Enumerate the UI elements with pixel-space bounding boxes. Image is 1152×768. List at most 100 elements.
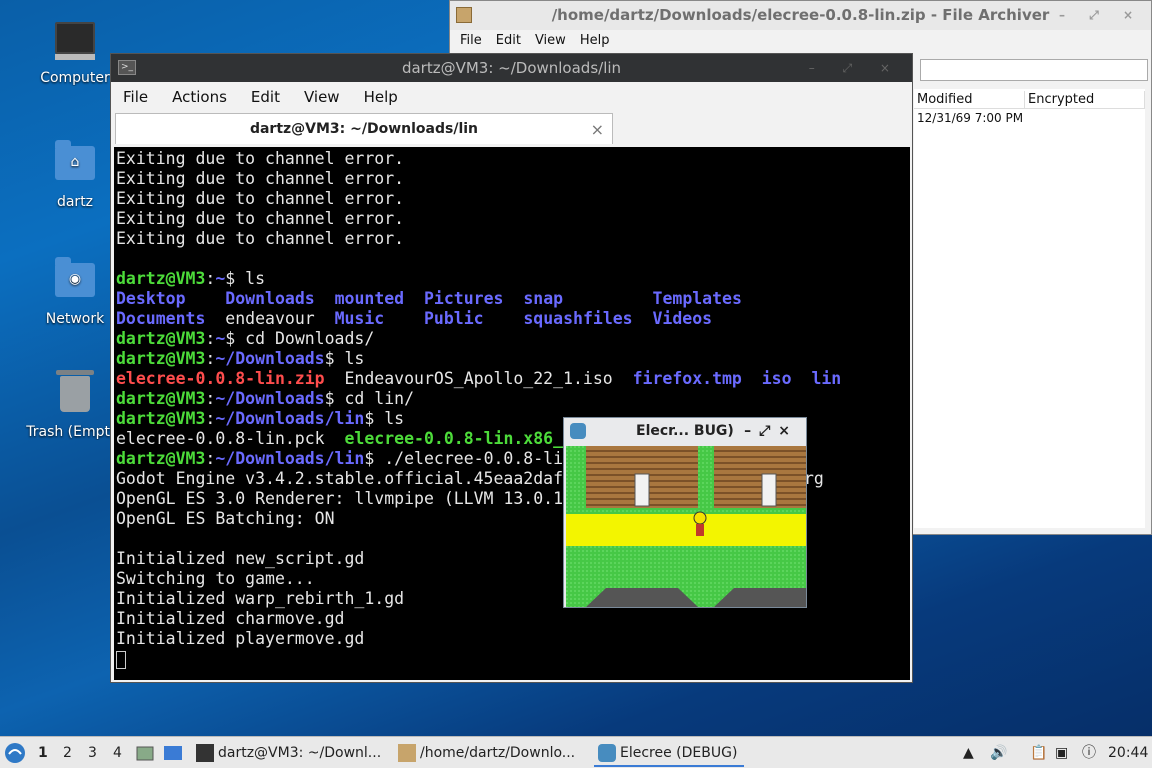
prompt-path: ~/Downloads: [215, 349, 325, 368]
ls-entry: mounted: [334, 289, 405, 308]
minimize-button[interactable]: –: [744, 423, 759, 439]
cell-modified: 12/31/69 7:00 PM: [917, 111, 1024, 125]
terminal-menu-view[interactable]: View: [304, 82, 340, 112]
home-folder-icon: ⌂: [53, 140, 97, 190]
command: $ ls: [324, 349, 365, 368]
close-tab-icon[interactable]: ×: [591, 114, 604, 145]
game-scene: [566, 446, 806, 607]
terminal-line: Exiting due to channel error.: [116, 209, 405, 228]
ls-entry: lin: [811, 369, 842, 388]
yellow-path: [566, 514, 806, 546]
terminal-line: Desktop Downloads mounted Pictures snap …: [116, 289, 910, 309]
ls-entry: Desktop: [116, 289, 186, 308]
terminal-menu-file[interactable]: File: [123, 82, 148, 112]
prompt-user: dartz@VM3: [116, 449, 206, 468]
ls-entry: Templates: [652, 289, 742, 308]
clipboard-icon[interactable]: 📋: [1030, 737, 1047, 768]
terminal-line: Exiting due to channel error.: [116, 229, 405, 248]
tray-up-arrow-icon[interactable]: ▲: [963, 737, 974, 768]
godot-icon: [570, 423, 586, 439]
window-controls: –⤢×: [744, 418, 798, 444]
archiver-location-input[interactable]: [920, 59, 1148, 81]
workspace-2[interactable]: 2: [63, 737, 72, 768]
building-right: [714, 446, 806, 508]
task-label: dartz@VM3: ~/Downl...: [218, 745, 382, 761]
archiver-titlebar[interactable]: /home/dartz/Downloads/elecree-0.0.8-lin.…: [450, 1, 1151, 30]
player-body: [696, 524, 704, 536]
task-terminal[interactable]: dartz@VM3: ~/Downl...: [192, 739, 390, 767]
volume-icon[interactable]: 🔊: [990, 737, 1007, 768]
terminal-title: dartz@VM3: ~/Downloads/lin: [401, 59, 622, 77]
maximize-button[interactable]: ⤢: [759, 423, 778, 439]
notification-icon[interactable]: ⓘ: [1082, 737, 1096, 768]
ls-entry: Public: [423, 309, 484, 328]
window-controls[interactable]: – ⤢ ×: [1059, 1, 1143, 30]
game-title: Elecr... BUG): [636, 423, 734, 439]
prompt-path: ~/Downloads: [215, 389, 325, 408]
command: $ ./elecree-0.0.8-li: [364, 449, 564, 468]
workspace-4[interactable]: 4: [113, 737, 122, 768]
archive-icon: [456, 7, 472, 23]
close-button[interactable]: ×: [778, 423, 798, 439]
terminal-tab[interactable]: dartz@VM3: ~/Downloads/lin ×: [115, 113, 613, 144]
clock[interactable]: 20:44: [1108, 737, 1148, 768]
ls-entry: iso: [761, 369, 792, 388]
task-elecree[interactable]: Elecree (DEBUG): [594, 739, 744, 767]
command: $ cd Downloads/: [225, 329, 375, 348]
archiver-file-list[interactable]: [914, 89, 1145, 528]
ls-entry: Documents: [116, 309, 206, 328]
command: $ cd lin/: [324, 389, 415, 408]
terminal-line: dartz@VM3:~/Downloads$ ls: [116, 349, 365, 368]
terminal-line: Initialized playermove.gd: [116, 629, 365, 648]
terminal-line: Exiting due to channel error.: [116, 189, 405, 208]
window-controls[interactable]: – ⤢ ×: [809, 54, 902, 82]
terminal-titlebar[interactable]: >_ dartz@VM3: ~/Downloads/lin – ⤢ ×: [111, 54, 912, 82]
terminal-line: dartz@VM3:~/Downloads$ cd lin/: [116, 389, 415, 408]
ls-entry: Videos: [652, 309, 713, 328]
door-left: [634, 473, 650, 507]
ls-entry: elecree-0.0.8-lin.zip: [116, 369, 325, 388]
prompt-path: ~: [215, 329, 226, 348]
column-encrypted[interactable]: Encrypted: [1025, 91, 1145, 108]
ls-entry: Downloads: [225, 289, 315, 308]
trash-icon: [53, 370, 97, 420]
ls-entry: Music: [334, 309, 385, 328]
game-titlebar[interactable]: Elecr... BUG) –⤢×: [564, 418, 806, 444]
task-archiver[interactable]: /home/dartz/Downlo...: [394, 739, 592, 767]
column-modified[interactable]: Modified: [914, 91, 1025, 108]
file-manager-launcher-icon[interactable]: [136, 737, 154, 768]
terminal-menu-edit[interactable]: Edit: [251, 82, 280, 112]
ls-entry: endeavour: [225, 309, 315, 328]
archiver-menu-file[interactable]: File: [460, 30, 482, 52]
terminal-line: Documents endeavour Music Public squashf…: [116, 309, 910, 329]
ls-entry: elecree-0.0.8-lin.pck: [116, 429, 325, 448]
terminal-menu-actions[interactable]: Actions: [172, 82, 227, 112]
archiver-column-headers: Modified Encrypted: [914, 91, 1145, 109]
task-label: /home/dartz/Downlo...: [420, 745, 576, 761]
godot-version-text: Godot Engine v3.4.2.stable.official.45ea…: [116, 469, 564, 488]
command: $ ls: [225, 269, 266, 288]
game-viewport[interactable]: [566, 446, 806, 607]
terminal-icon: >_: [118, 60, 136, 75]
archiver-menu-view[interactable]: View: [535, 30, 566, 52]
workspace-3[interactable]: 3: [88, 737, 97, 768]
ls-entry: firefox.tmp: [632, 369, 742, 388]
archiver-menu-edit[interactable]: Edit: [496, 30, 521, 52]
workspace-1[interactable]: 1: [38, 737, 48, 768]
ls-entry: elecree-0.0.8-lin.x86_: [344, 429, 564, 448]
godot-icon: [598, 744, 616, 762]
terminal-menu-help[interactable]: Help: [364, 82, 398, 112]
network-icon[interactable]: ▣: [1055, 737, 1068, 768]
prompt-user: dartz@VM3: [116, 269, 206, 288]
archiver-menu-help[interactable]: Help: [580, 30, 610, 52]
prompt-user: dartz@VM3: [116, 389, 206, 408]
show-desktop-icon[interactable]: [163, 737, 183, 768]
terminal-cursor: [116, 650, 126, 669]
terminal-menubar: File Actions Edit View Help: [111, 82, 912, 112]
terminal-line: [116, 649, 910, 669]
start-menu-button[interactable]: [4, 737, 30, 768]
ls-entry: EndeavourOS_Apollo_22_1.iso: [344, 369, 613, 388]
computer-icon: [53, 22, 97, 66]
ls-entry: snap: [523, 289, 564, 308]
